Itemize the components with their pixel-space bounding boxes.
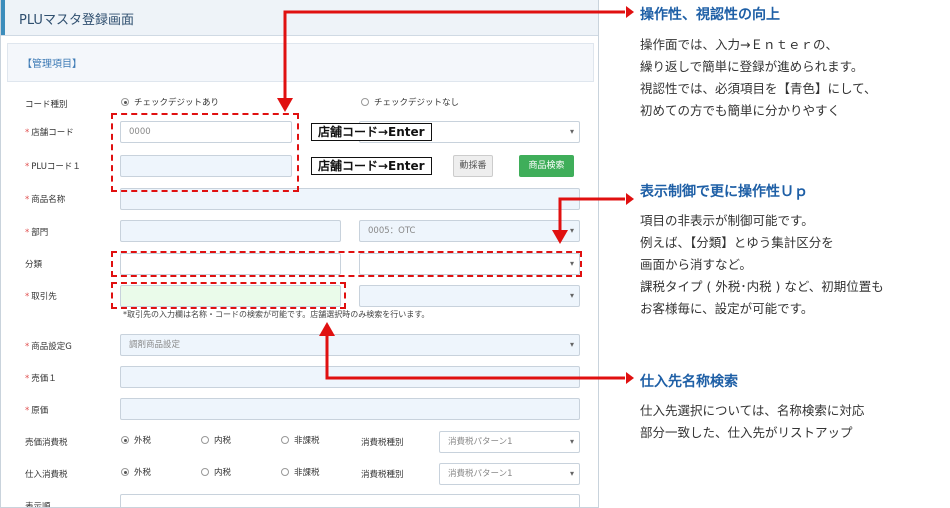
radio-check-digit-off[interactable]: チェックデジットなし: [361, 96, 459, 108]
bullet-icon: [626, 6, 634, 18]
sale-tax-type-label: 消費税種別: [361, 438, 404, 448]
section-title: 【管理項目】: [22, 59, 82, 70]
panel-header: PLUマスタ登録画面: [1, 0, 598, 36]
sale-tax-exempt-radio[interactable]: 非課税: [281, 434, 320, 446]
sale-tax-label: 売価消費税: [25, 438, 68, 448]
purchase-tax-type-label: 消費税種別: [361, 470, 404, 480]
display-order-input[interactable]: [120, 494, 580, 507]
department-label: * 部門: [25, 228, 49, 238]
auto-number-button[interactable]: 動採番: [453, 155, 493, 177]
note3-body: 仕入先選択については、名称検索に対応 部分一致した、仕入先がリストアップ: [640, 403, 865, 440]
product-setting-label: * 商品設定G: [25, 342, 72, 352]
highlight-code-inputs: [111, 113, 299, 192]
product-setting-select[interactable]: 調剤商品設定: [120, 334, 580, 356]
supplier-label: * 取引先: [25, 292, 57, 302]
display-order-label: 表示順: [25, 502, 51, 508]
plu-code-label: * PLUコード１: [25, 162, 81, 172]
purchase-tax-label: 仕入消費税: [25, 470, 68, 480]
enter-hint-tag-plu: 店舗コード→Enter: [311, 157, 432, 175]
note1-title: 操作性、視認性の向上: [640, 7, 780, 23]
radio-off-icon: [361, 98, 369, 106]
department-select[interactable]: 0005：OTC: [359, 220, 580, 242]
note2-body: 項目の非表示が制御可能です。 例えば、【分類】とゆう集計区分を 画面から消すなど。課…: [640, 213, 884, 316]
sale-tax-internal-radio[interactable]: 内税: [201, 434, 231, 446]
product-search-button[interactable]: 商品検索: [519, 155, 574, 177]
radio-off-icon: [201, 468, 209, 476]
note2-title: 表示制御で更に操作性Ｕｐ: [640, 184, 808, 200]
enter-hint-tag-store: 店舗コード→Enter: [311, 123, 432, 141]
product-name-label: * 商品名称: [25, 195, 66, 205]
department-code-input[interactable]: [120, 220, 341, 242]
supplier-select[interactable]: [359, 285, 580, 307]
radio-off-icon: [281, 468, 289, 476]
purchase-tax-internal-radio[interactable]: 内税: [201, 466, 231, 478]
supplier-help-text: *取引先の入力欄は名称・コードの検索が可能です。店舗選択時のみ検索を行います。: [123, 310, 430, 319]
store-code-label: * 店舗コード: [25, 128, 74, 138]
cost-label: * 原価: [25, 406, 49, 416]
category-label: 分類: [25, 260, 43, 270]
sale-tax-type-select[interactable]: 消費税パターン1: [439, 431, 580, 453]
section-header: 【管理項目】: [7, 43, 594, 82]
code-type-label: コード種別: [25, 100, 68, 110]
cost-input[interactable]: [120, 398, 580, 420]
sale-price-label: * 売価１: [25, 374, 57, 384]
window-title: PLUマスタ登録画面: [19, 13, 134, 28]
sale-tax-external-radio[interactable]: 外税: [121, 434, 151, 446]
radio-on-icon: [121, 98, 129, 106]
highlight-supplier-input: [111, 282, 346, 309]
radio-off-icon: [201, 436, 209, 444]
note1-body: 操作面では、入力→Ｅｎｔｅｒの、 繰り返しで簡単に登録が進められます。 視認性では、…: [640, 37, 877, 118]
radio-on-icon: [121, 468, 129, 476]
purchase-tax-type-select[interactable]: 消費税パターン1: [439, 463, 580, 485]
radio-off-icon: [281, 436, 289, 444]
sale-price-input[interactable]: [120, 366, 580, 388]
highlight-category-row: [111, 251, 582, 277]
bullet-icon: [626, 193, 634, 205]
purchase-tax-external-radio[interactable]: 外税: [121, 466, 151, 478]
radio-on-icon: [121, 436, 129, 444]
bullet-icon: [626, 372, 634, 384]
radio-check-digit-on[interactable]: チェックデジットあり: [121, 96, 219, 108]
note3-title: 仕入先名称検索: [640, 374, 738, 390]
purchase-tax-exempt-radio[interactable]: 非課税: [281, 466, 320, 478]
